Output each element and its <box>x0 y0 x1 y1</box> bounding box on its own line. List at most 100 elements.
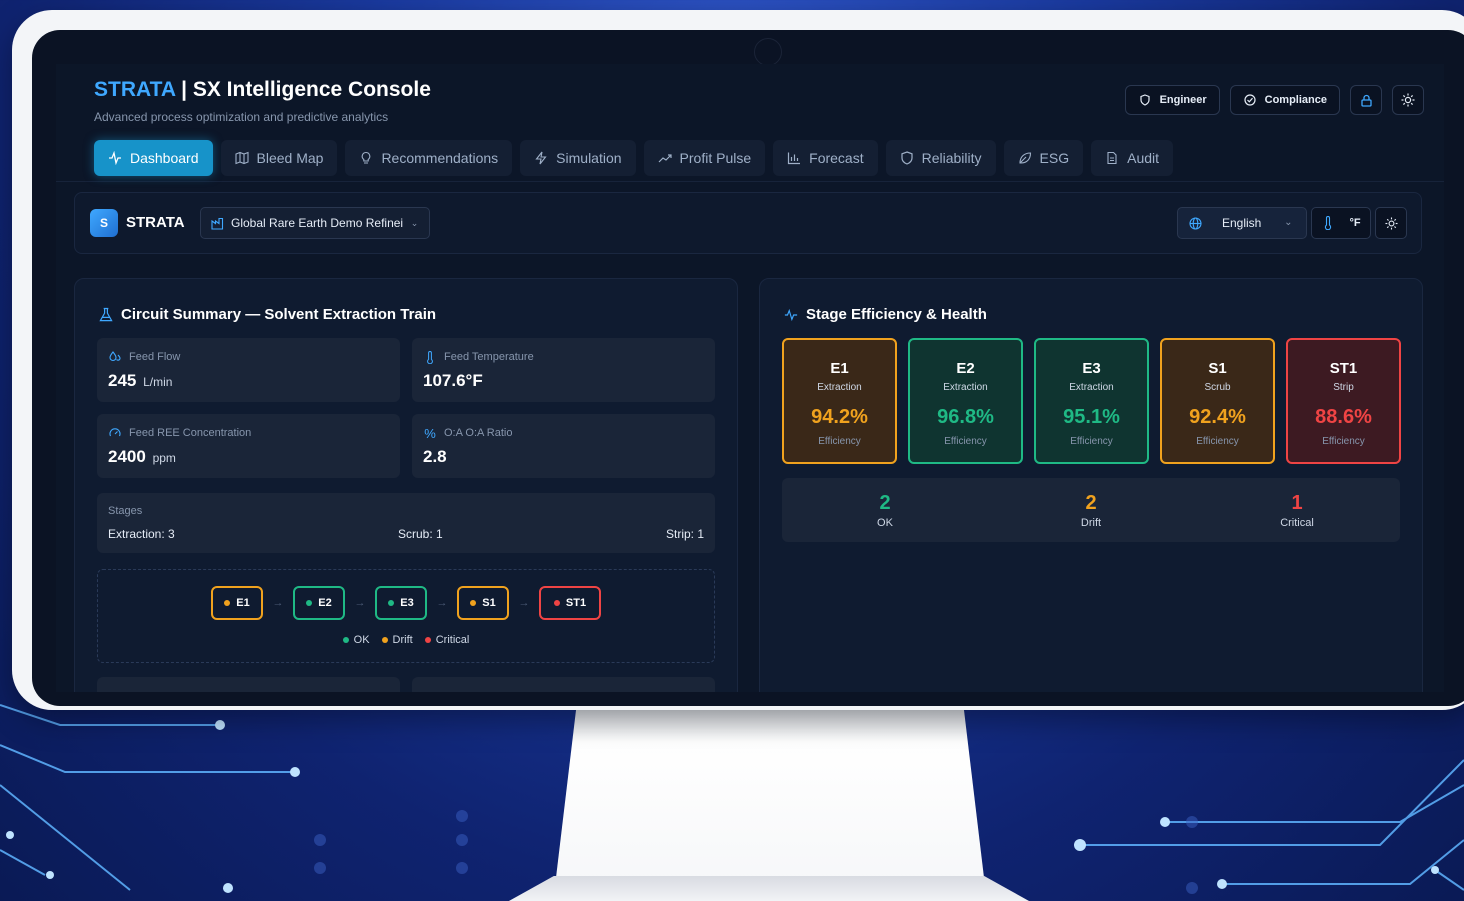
lock-icon <box>1359 93 1373 107</box>
leaf-icon <box>1018 151 1032 165</box>
flow-node-e1[interactable]: E1 <box>211 586 263 620</box>
stage-type: Extraction <box>817 382 862 393</box>
strip-count: Strip: 1 <box>665 527 704 541</box>
site-select-value: Global Rare Earth Demo Refinei <box>231 216 404 230</box>
stage-flow-diagram: E1 → E2 → E3 → S1 → ST1 OK Drift Critica… <box>97 569 715 663</box>
stage-card-st1[interactable]: ST1 Strip 88.6% Efficiency <box>1286 338 1401 464</box>
efficiency-label: Efficiency <box>818 436 861 447</box>
header-actions: Engineer Compliance <box>1124 85 1424 115</box>
lock-button[interactable] <box>1350 85 1382 115</box>
monitor-stand <box>555 706 985 886</box>
stage-efficiency-value: 94.2% <box>811 406 868 428</box>
metric-number: 245 <box>108 371 137 390</box>
legend-drift: Drift <box>381 634 413 646</box>
flow-node-st1[interactable]: ST1 <box>539 586 601 620</box>
compliance-button[interactable]: Compliance <box>1229 85 1340 115</box>
flow-arrow: → <box>272 597 284 609</box>
node-label: E1 <box>236 597 250 609</box>
monitor-frame: STRATA | SX Intelligence Console Advance… <box>12 10 1464 710</box>
stage-card-e1[interactable]: E1 Extraction 94.2% Efficiency <box>782 338 897 464</box>
stage-card-e2[interactable]: E2 Extraction 96.8% Efficiency <box>908 338 1023 464</box>
shield-icon <box>1138 93 1152 107</box>
stage-efficiency-value: 92.4% <box>1189 406 1246 428</box>
site-bar: S STRATA Global Rare Earth Demo Refinei … <box>74 192 1422 254</box>
thermometer-icon <box>1321 216 1335 230</box>
summary-critical: 1 Critical <box>1194 478 1400 542</box>
role-button[interactable]: Engineer <box>1124 85 1220 115</box>
metric-card-partial <box>97 677 400 692</box>
role-label: Engineer <box>1159 94 1207 106</box>
metric-value: 2.8 <box>423 447 447 467</box>
stage-type: Strip <box>1333 382 1354 393</box>
stage-efficiency-panel: Stage Efficiency & Health E1 Extraction … <box>759 278 1423 692</box>
site-logo: S <box>90 209 118 237</box>
site-select[interactable]: Global Rare Earth Demo Refinei ⌄ <box>200 207 430 239</box>
theme-toggle-button[interactable] <box>1392 85 1424 115</box>
tab-label: Audit <box>1127 150 1160 166</box>
tab-audit[interactable]: Audit <box>1091 140 1174 176</box>
map-icon <box>234 151 249 165</box>
stage-card-e3[interactable]: E3 Extraction 95.1% Efficiency <box>1034 338 1149 464</box>
legend-label: Drift <box>392 634 413 646</box>
stages-summary: Stages Extraction: 3 Scrub: 1 Strip: 1 <box>97 493 715 553</box>
tab-label: Simulation <box>556 150 622 166</box>
unit-value: °F <box>1349 217 1361 229</box>
status-dot <box>470 600 477 606</box>
efficiency-title: Stage Efficiency & Health <box>806 306 987 323</box>
node-label: ST1 <box>565 597 587 609</box>
efficiency-label: Efficiency <box>1070 436 1113 447</box>
metric-unit: ppm <box>152 451 176 465</box>
flow-node-e3[interactable]: E3 <box>375 586 427 620</box>
metric-label-text: Feed Temperature <box>444 351 534 363</box>
summary-count: 2 <box>1085 492 1097 514</box>
tab-reliability[interactable]: Reliability <box>885 140 996 176</box>
status-dot <box>224 600 231 606</box>
theme-toggle-button[interactable] <box>1375 207 1407 239</box>
title-separator: | <box>175 78 193 101</box>
status-dot <box>424 637 431 643</box>
stage-card-s1[interactable]: S1 Scrub 92.4% Efficiency <box>1160 338 1275 464</box>
tab-dashboard[interactable]: Dashboard <box>94 140 213 176</box>
chevron-down-icon: ⌄ <box>410 217 419 228</box>
scrub-count: Scrub: 1 <box>398 527 443 541</box>
language-value: English <box>1222 216 1262 230</box>
node-label: E3 <box>400 597 414 609</box>
chevron-down-icon: ⌄ <box>1284 217 1293 228</box>
stage-type: Extraction <box>1069 382 1114 393</box>
summary-count: 1 <box>1291 492 1303 514</box>
metric-label-text: O:A O:A Ratio <box>444 427 513 439</box>
lightbulb-icon <box>359 151 373 165</box>
zap-icon <box>534 151 548 165</box>
tab-bleed-map[interactable]: Bleed Map <box>220 140 338 176</box>
status-dot <box>306 600 313 606</box>
summary-count: 2 <box>879 492 891 514</box>
tab-label: Recommendations <box>381 150 499 166</box>
monitor-base <box>500 876 1038 901</box>
metric-label: Feed REE Concentration <box>108 426 251 440</box>
metric-number: 2400 <box>108 447 146 466</box>
tab-esg[interactable]: ESG <box>1003 140 1084 176</box>
tab-profit-pulse[interactable]: Profit Pulse <box>643 140 766 176</box>
stage-id: E2 <box>956 360 975 377</box>
tab-recommendations[interactable]: Recommendations <box>345 140 513 176</box>
summary-drift: 2 Drift <box>988 478 1194 542</box>
tab-forecast[interactable]: Forecast <box>773 140 878 176</box>
flow-arrow: → <box>436 597 448 609</box>
metric-number: 107.6°F <box>423 371 483 390</box>
flow-node-e2[interactable]: E2 <box>293 586 345 620</box>
status-dot <box>553 600 560 606</box>
status-dot <box>388 600 395 606</box>
language-select[interactable]: English ⌄ <box>1177 207 1307 239</box>
sun-icon <box>1401 93 1415 107</box>
flow-arrow: → <box>518 597 530 609</box>
metric-feed-ree-concentration: Feed REE Concentration 2400 ppm <box>97 414 400 478</box>
gauge-icon <box>108 426 122 440</box>
unit-toggle[interactable]: °F <box>1311 207 1371 239</box>
flow-node-s1[interactable]: S1 <box>457 586 509 620</box>
tab-simulation[interactable]: Simulation <box>520 140 636 176</box>
factory-icon <box>211 216 224 230</box>
compliance-label: Compliance <box>1264 94 1327 106</box>
stage-id: ST1 <box>1329 360 1358 377</box>
stage-type: Extraction <box>943 382 988 393</box>
sun-icon <box>1384 216 1398 230</box>
